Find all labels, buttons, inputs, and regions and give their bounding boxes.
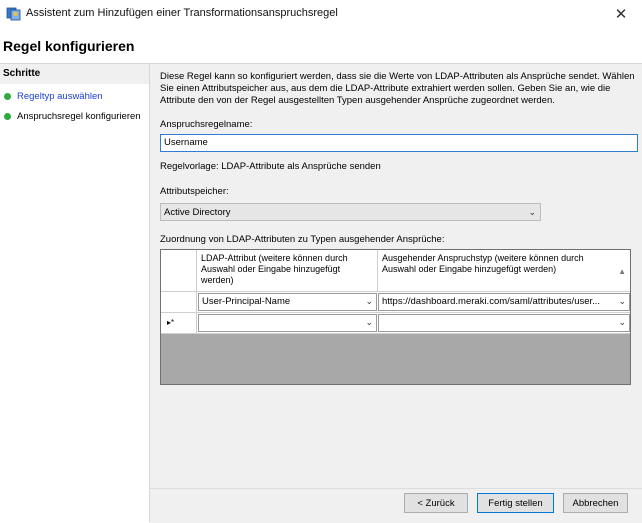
mapping-label: Zuordnung von LDAP-Attributen zu Typen a… [160, 234, 445, 245]
claim-type-combobox[interactable]: https://dashboard.meraki.com/saml/attrib… [378, 293, 630, 311]
table-row-new: ▸* ⌄ ⌄ [161, 313, 630, 334]
window-title: Assistent zum Hinzufügen einer Transform… [26, 7, 338, 19]
steps-panel [0, 64, 149, 522]
finish-button[interactable]: Fertig stellen [477, 493, 554, 513]
rule-template-text: Regelvorlage: LDAP-Attribute als Ansprüc… [160, 161, 381, 172]
column-header-label: Ausgehender Anspruchstyp (weitere können… [382, 253, 584, 274]
back-button[interactable]: < Zurück [404, 493, 468, 513]
ldap-attribute-combobox[interactable]: ⌄ [198, 314, 377, 332]
scroll-up-icon[interactable]: ▲ [618, 267, 626, 276]
row-selector[interactable] [161, 292, 197, 312]
chevron-down-icon: ⌄ [365, 296, 373, 306]
mapping-grid: LDAP-Attribut (weitere können durch Ausw… [160, 249, 631, 385]
ldap-attribute-combobox[interactable]: User-Principal-Name ⌄ [198, 293, 377, 311]
step-configure-claim-rule: Anspruchsregel konfigurieren [0, 107, 149, 125]
row-header-column [161, 250, 197, 291]
close-icon: ✕ [614, 6, 628, 23]
chevron-down-icon: ⌄ [618, 317, 626, 327]
attribute-store-label: Attributspeicher: [160, 186, 229, 197]
new-row-marker[interactable]: ▸* [161, 313, 197, 333]
step-status-icon [4, 92, 11, 100]
grid-header: LDAP-Attribut (weitere können durch Ausw… [161, 250, 630, 292]
claim-rule-name-label: Anspruchsregelname: [160, 119, 253, 130]
page-title: Regel konfigurieren [3, 38, 135, 54]
claim-type-combobox[interactable]: ⌄ [378, 314, 630, 332]
table-row: User-Principal-Name ⌄ https://dashboard.… [161, 292, 630, 313]
step-select-rule-type[interactable]: Regeltyp auswählen [0, 87, 149, 105]
description-text: Diese Regel kann so konfiguriert werden,… [160, 71, 635, 106]
claim-type-value: https://dashboard.meraki.com/saml/attrib… [382, 296, 601, 307]
column-header-ldap-attribute[interactable]: LDAP-Attribut (weitere können durch Ausw… [197, 250, 378, 291]
claim-rule-name-input[interactable] [160, 134, 638, 152]
chevron-down-icon: ⌄ [528, 207, 536, 217]
step-label: Anspruchsregel konfigurieren [17, 110, 141, 122]
attribute-store-select[interactable]: Active Directory ⌄ [160, 203, 541, 221]
close-button[interactable]: ✕ [600, 0, 642, 28]
ldap-attribute-value: User-Principal-Name [202, 296, 291, 307]
steps-title: Schritte [3, 68, 41, 79]
column-header-outgoing-claim-type[interactable]: Ausgehender Anspruchstyp (weitere können… [378, 250, 630, 291]
step-status-icon [4, 112, 11, 120]
chevron-down-icon: ⌄ [365, 317, 373, 327]
attribute-store-value: Active Directory [164, 207, 231, 218]
chevron-down-icon: ⌄ [618, 296, 626, 306]
step-label: Regeltyp auswählen [17, 90, 103, 102]
adfs-app-icon [6, 7, 21, 21]
cancel-button[interactable]: Abbrechen [563, 493, 628, 513]
